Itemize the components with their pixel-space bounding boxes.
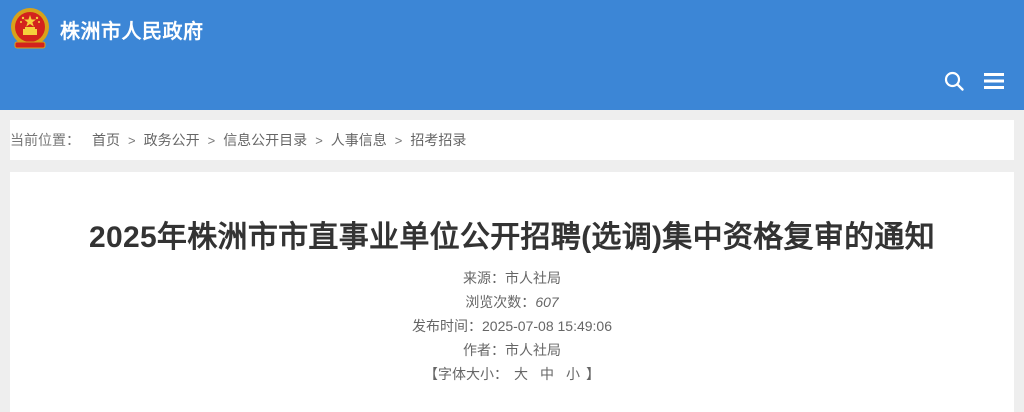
font-size-large-button[interactable]: 大 [514,366,528,382]
breadcrumb-separator: > [315,132,323,148]
site-header: 株洲市人民政府 [0,0,1024,110]
source-label: 来源： [463,270,505,286]
search-icon[interactable] [943,70,965,92]
breadcrumb-item-info-catalog[interactable]: 信息公开目录 [223,130,307,150]
breadcrumb-item-gov-affairs[interactable]: 政务公开 [144,130,200,150]
font-size-close: 】 [586,366,600,382]
article-views: 浏览次数：607 [10,292,1014,312]
breadcrumb-item-home[interactable]: 首页 [92,130,120,150]
author-value: 市人社局 [505,342,561,358]
source-value: 市人社局 [505,270,561,286]
article-title: 2025年株洲市市直事业单位公开招聘(选调)集中资格复审的通知 [88,221,936,254]
views-count: 607 [535,294,559,310]
font-size-label: 【字体大小： [424,366,508,382]
breadcrumb-separator: > [394,132,403,148]
breadcrumb-label: 当前位置： [10,132,80,148]
article-source: 来源：市人社局 [10,268,1014,288]
site-title[interactable]: 株洲市人民政府 [60,15,204,44]
published-label: 发布时间： [412,318,482,334]
breadcrumb-separator: > [207,132,216,148]
breadcrumb-separator: > [128,132,136,148]
breadcrumb: 当前位置： 首页 > 政务公开 > 信息公开目录 > 人事信息 > 招考招录 [10,120,1014,160]
national-emblem-icon[interactable] [9,7,51,51]
font-size-control: 【字体大小： 大中小】 [10,364,1014,384]
published-time: 2025-07-08 15:49:06 [482,318,612,334]
views-label: 浏览次数： [465,294,536,310]
author-label: 作者： [463,342,505,358]
article-author: 作者：市人社局 [10,340,1014,360]
menu-icon[interactable] [983,70,1005,92]
breadcrumb-item-personnel[interactable]: 人事信息 [331,130,387,150]
font-size-medium-button[interactable]: 中 [540,366,554,382]
breadcrumb-item-recruitment[interactable]: 招考招录 [410,130,466,150]
article-panel: 2025年株洲市市直事业单位公开招聘(选调)集中资格复审的通知 来源：市人社局 … [10,172,1014,412]
article-published: 发布时间：2025-07-08 15:49:06 [10,316,1014,336]
font-size-small-button[interactable]: 小 [566,366,580,382]
